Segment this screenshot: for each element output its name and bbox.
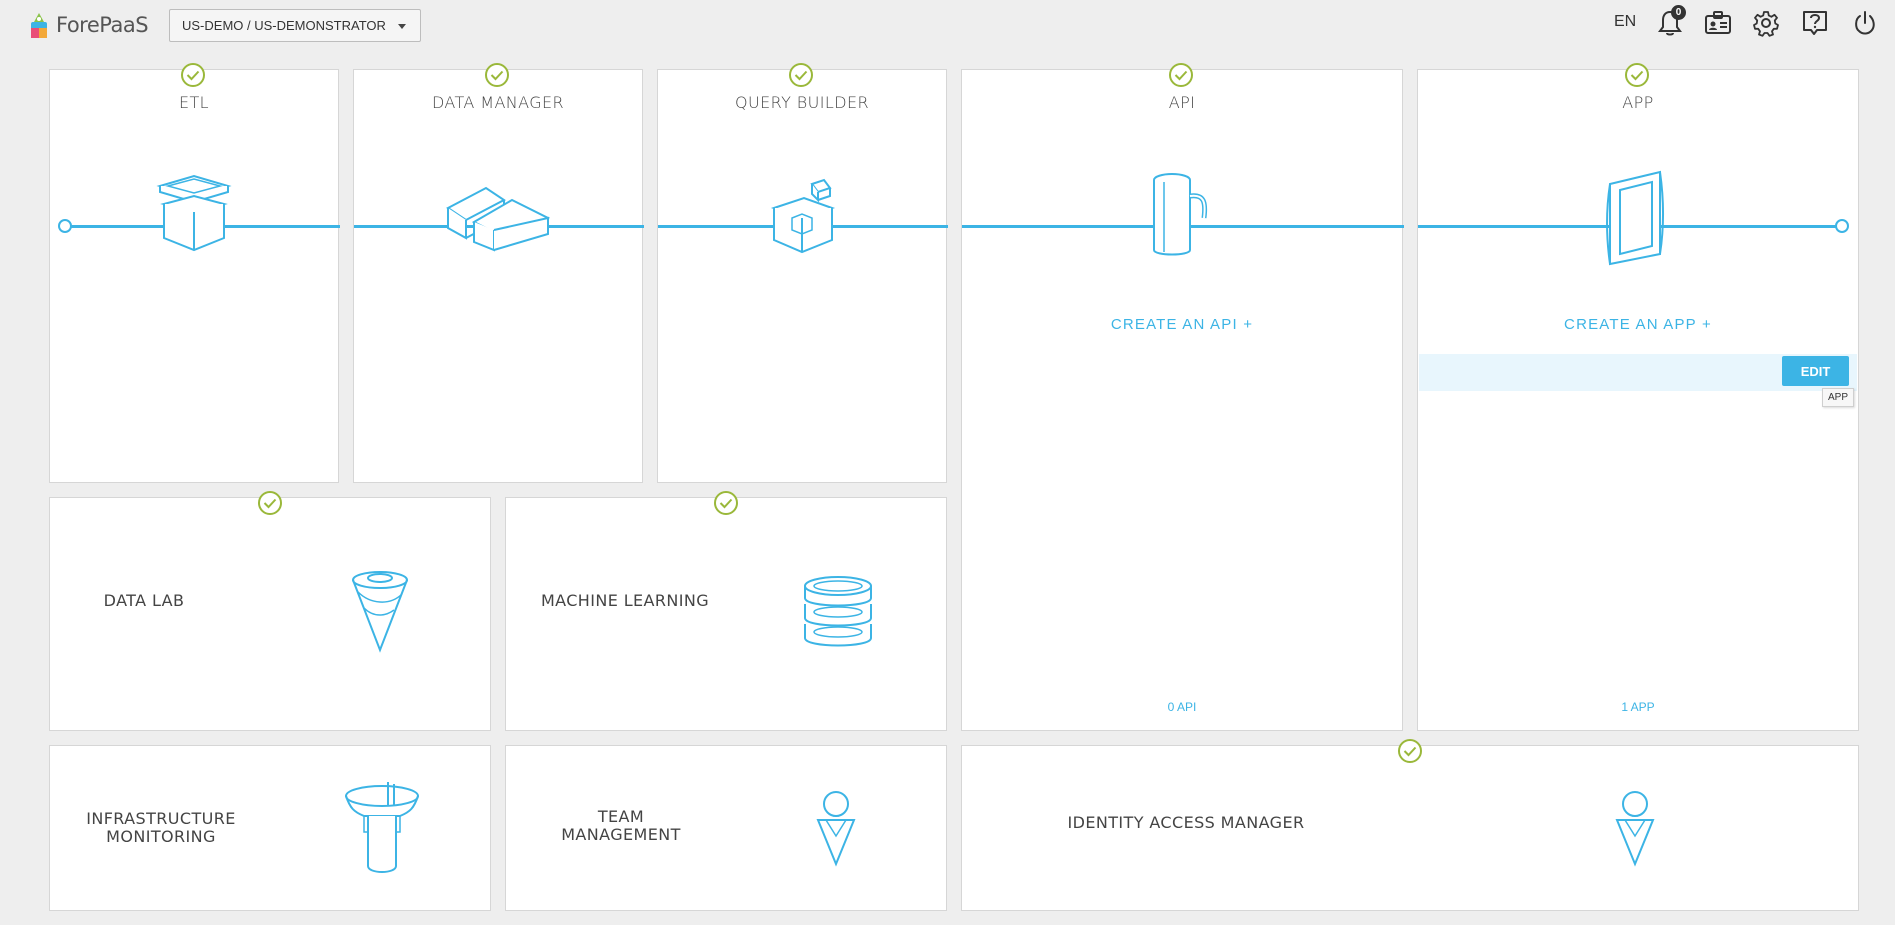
query-builder-card[interactable]: QUERY BUILDER xyxy=(657,69,948,483)
pipeline-start-node xyxy=(58,219,72,233)
create-app-link[interactable]: CREATE AN APP + xyxy=(1418,316,1858,333)
query-builder-status-check-icon xyxy=(789,63,813,87)
data-manager-card[interactable]: DATA MANAGER xyxy=(353,69,644,483)
logout-button[interactable] xyxy=(1850,8,1880,38)
etl-status-check-icon xyxy=(181,63,205,87)
help-icon xyxy=(1803,11,1827,35)
forepaas-logo[interactable]: ForePaaS xyxy=(28,8,149,42)
app-screen-icon xyxy=(1606,170,1664,266)
project-select-value: US-DEMO / US-DEMONSTRATOR xyxy=(182,18,386,33)
etl-box-icon xyxy=(156,174,232,252)
app-status-check-icon xyxy=(1625,63,1649,87)
data-lab-title: DATA LAB xyxy=(103,591,185,610)
app-count: 1 APP xyxy=(1621,700,1655,714)
data-lab-card[interactable]: DATA LAB xyxy=(49,497,491,731)
top-header: ForePaaS US-DEMO / US-DEMONSTRATOR EN 0 xyxy=(0,0,1895,50)
pipeline-end-node xyxy=(1835,219,1849,233)
data-lab-cone-icon xyxy=(352,571,408,653)
iam-user-icon xyxy=(1615,791,1655,867)
data-manager-blocks-icon xyxy=(446,186,551,252)
app-tooltip: APP xyxy=(1822,388,1855,407)
profile-card-button[interactable] xyxy=(1703,8,1733,38)
api-tap-icon xyxy=(1153,173,1208,256)
edit-app-button[interactable]: EDIT xyxy=(1782,356,1849,386)
id-card-icon xyxy=(1705,11,1731,34)
notifications-button[interactable]: 0 xyxy=(1655,5,1686,38)
etl-title: ETL xyxy=(179,93,209,112)
infrastructure-monitoring-card[interactable]: INFRASTRUCTURE MONITORING xyxy=(49,745,491,911)
team-management-card[interactable]: TEAM MANAGEMENT xyxy=(505,745,947,911)
notification-count-badge: 0 xyxy=(1671,5,1686,20)
logo-text: ForePaaS xyxy=(56,13,149,37)
etl-card[interactable]: ETL xyxy=(49,69,340,483)
app-title: APP xyxy=(1622,93,1654,112)
power-icon xyxy=(1855,11,1875,35)
identity-access-manager-title: IDENTITY ACCESS MANAGER xyxy=(1067,813,1305,832)
api-card[interactable]: API CREATE AN API + 0 API xyxy=(961,69,1404,731)
machine-learning-status-check-icon xyxy=(714,491,738,515)
data-manager-title: DATA MANAGER xyxy=(431,93,565,112)
api-title: API xyxy=(1168,93,1196,112)
infrastructure-monitoring-title-line1: INFRASTRUCTURE xyxy=(86,809,236,828)
iam-status-check-icon xyxy=(1398,739,1422,763)
settings-button[interactable] xyxy=(1751,8,1781,38)
data-manager-status-check-icon xyxy=(485,63,509,87)
api-count: 0 API xyxy=(1167,700,1197,714)
chevron-down-icon xyxy=(398,24,406,29)
monitoring-tower-icon xyxy=(345,782,419,873)
team-user-icon xyxy=(816,791,856,867)
query-builder-title: QUERY BUILDER xyxy=(735,93,869,112)
create-api-link[interactable]: CREATE AN API + xyxy=(962,316,1402,333)
team-management-title: TEAM MANAGEMENT xyxy=(561,807,681,844)
infrastructure-monitoring-title-line2: MONITORING xyxy=(106,827,216,846)
help-button[interactable] xyxy=(1800,8,1830,38)
query-builder-cube-icon xyxy=(770,178,836,254)
api-status-check-icon xyxy=(1169,63,1193,87)
identity-access-manager-card[interactable]: IDENTITY ACCESS MANAGER xyxy=(961,745,1859,911)
machine-learning-title: MACHINE LEARNING xyxy=(540,591,710,610)
app-card[interactable]: APP CREATE AN APP + EDIT APP 1 APP xyxy=(1417,69,1859,731)
language-switch[interactable]: EN xyxy=(1614,13,1636,31)
machine-learning-card[interactable]: MACHINE LEARNING xyxy=(505,497,947,731)
logo-icon xyxy=(31,13,47,38)
project-select[interactable]: US-DEMO / US-DEMONSTRATOR xyxy=(169,9,421,42)
gear-icon xyxy=(1753,11,1779,37)
data-lab-status-check-icon xyxy=(258,491,282,515)
machine-learning-stack-icon xyxy=(804,576,872,647)
